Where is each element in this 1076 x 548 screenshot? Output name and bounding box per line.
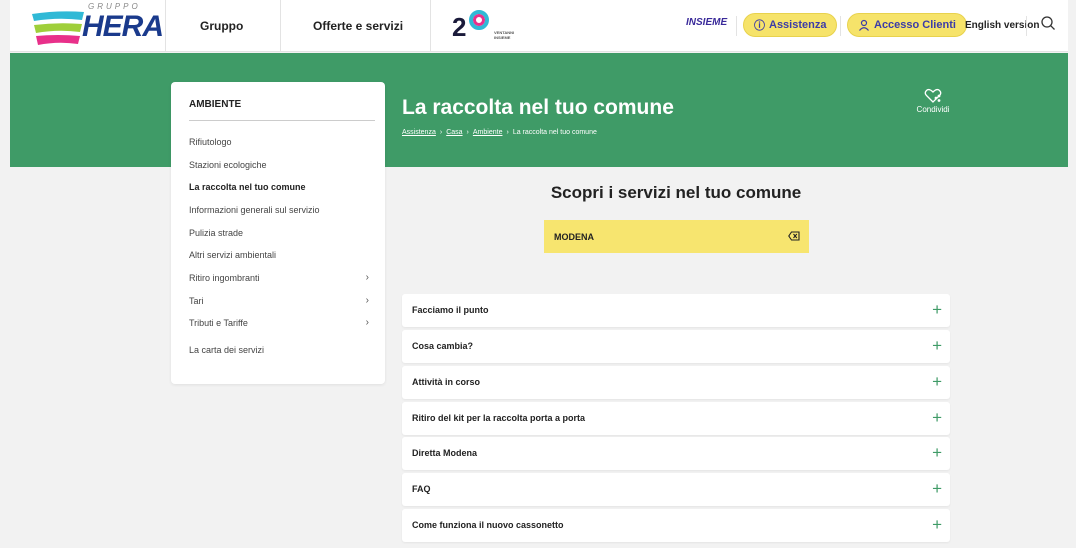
nav-divider <box>165 0 166 52</box>
sidebar-item-altri-servizi[interactable]: Altri servizi ambientali <box>189 250 369 260</box>
share-button[interactable]: Condividi <box>908 88 958 114</box>
accesso-clienti-button[interactable]: Accesso Clienti <box>847 13 967 37</box>
accordion-label: Diretta Modena <box>412 448 478 458</box>
page-title: La raccolta nel tuo comune <box>402 96 674 119</box>
plus-icon: + <box>932 372 942 391</box>
sidebar-item-rifiutologo[interactable]: Rifiutologo <box>189 137 369 147</box>
sidebar-item-raccolta-comune[interactable]: La raccolta nel tuo comune <box>189 182 369 192</box>
breadcrumb-separator-icon: › <box>439 129 443 136</box>
accordion-attivita-in-corso[interactable]: Attività in corso + <box>402 366 950 399</box>
plus-icon: + <box>932 443 942 462</box>
anniversary-ring-icon <box>469 10 489 30</box>
chevron-right-icon: › <box>365 272 369 283</box>
accordion-ritiro-kit[interactable]: Ritiro del kit per la raccolta porta a p… <box>402 402 950 435</box>
sidebar-item-tributi-tariffe[interactable]: Tributi e Tariffe › <box>189 317 369 328</box>
sidebar-item-informazioni-generali[interactable]: Informazioni generali sul servizio <box>189 205 369 215</box>
sidebar-item-stazioni-ecologiche[interactable]: Stazioni ecologiche <box>189 160 369 170</box>
sidebar-item-label: Rifiutologo <box>189 137 232 147</box>
sidebar-item-pulizia-strade[interactable]: Pulizia strade <box>189 228 369 238</box>
sidebar-item-tari[interactable]: Tari › <box>189 295 369 306</box>
nav-divider <box>736 16 737 36</box>
accordion-diretta-modena[interactable]: Diretta Modena + <box>402 437 950 470</box>
assistenza-label: Assistenza <box>769 19 827 31</box>
plus-icon: + <box>932 479 942 498</box>
chevron-right-icon: › <box>365 317 369 328</box>
breadcrumb-current: La raccolta nel tuo comune <box>512 129 597 136</box>
chevron-right-icon: › <box>365 295 369 306</box>
plus-icon: + <box>932 515 942 534</box>
info-icon: ⓘ <box>754 20 765 32</box>
nav-gruppo[interactable]: Gruppo <box>200 19 243 33</box>
sidebar-item-label: Tari <box>189 296 204 306</box>
logo-stripes-icon <box>32 11 84 45</box>
english-version-link[interactable]: English version <box>965 20 1039 31</box>
anniversary-small-text: VENTANNI INSIEME <box>494 30 515 40</box>
nav-divider <box>840 16 841 36</box>
accordion-facciamo-il-punto[interactable]: Facciamo il punto + <box>402 294 950 327</box>
plus-icon: + <box>932 300 942 319</box>
sidebar-title: AMBIENTE <box>189 99 242 110</box>
sidebar-item-label: Tributi e Tariffe <box>189 318 248 328</box>
breadcrumb-ambiente[interactable]: Ambiente <box>473 129 503 136</box>
sidebar-item-label: Informazioni generali sul servizio <box>189 205 320 215</box>
accordion-label: FAQ <box>412 484 431 494</box>
sidebar-item-label: La raccolta nel tuo comune <box>189 182 306 192</box>
breadcrumb-casa[interactable]: Casa <box>446 129 462 136</box>
breadcrumb: Assistenza › Casa › Ambiente › La raccol… <box>402 129 597 136</box>
nav-divider <box>1026 16 1027 36</box>
accordion-faq[interactable]: FAQ + <box>402 473 950 506</box>
sidebar-item-carta-servizi[interactable]: La carta dei servizi <box>189 345 369 355</box>
page-margin <box>0 0 10 548</box>
anniversary-logo[interactable]: 2 VENTANNI INSIEME <box>448 8 518 44</box>
user-icon <box>859 19 869 31</box>
heart-share-icon <box>924 88 942 103</box>
sidebar-item-ritiro-ingombranti[interactable]: Ritiro ingombranti › <box>189 272 369 283</box>
assistenza-button[interactable]: ⓘ Assistenza <box>743 13 838 37</box>
accordion-label: Cosa cambia? <box>412 341 474 351</box>
clear-input-icon[interactable] <box>788 231 800 241</box>
sidebar-item-label: La carta dei servizi <box>189 345 265 355</box>
section-heading: Scopri i servizi nel tuo comune <box>550 183 802 202</box>
accesso-clienti-label: Accesso Clienti <box>874 19 956 31</box>
site-header: GRUPPO HERA Gruppo Offerte e servizi 2 V… <box>10 0 1068 52</box>
share-label: Condividi <box>916 105 950 114</box>
accordion-cosa-cambia[interactable]: Cosa cambia? + <box>402 330 950 363</box>
hera-logo[interactable]: GRUPPO HERA <box>30 2 164 46</box>
sidebar-item-label: Ritiro ingombranti <box>189 273 260 283</box>
search-icon[interactable] <box>1040 15 1056 31</box>
sidebar-divider <box>189 120 375 121</box>
accordion-label: Facciamo il punto <box>412 305 489 315</box>
breadcrumb-separator-icon: › <box>506 129 509 136</box>
nav-divider <box>430 0 431 52</box>
breadcrumb-separator-icon: › <box>466 129 469 136</box>
accordion-label: Come funziona il nuovo cassonetto <box>412 520 564 530</box>
accordion-nuovo-cassonetto[interactable]: Come funziona il nuovo cassonetto + <box>402 509 950 542</box>
insieme-link[interactable]: INSIEME <box>686 17 727 28</box>
sidebar-item-label: Stazioni ecologiche <box>189 160 267 170</box>
logo-hera-text: HERA <box>82 10 164 43</box>
plus-icon: + <box>932 336 942 355</box>
accordion-label: Attività in corso <box>412 377 481 387</box>
accordion-label: Ritiro del kit per la raccolta porta a p… <box>412 413 586 423</box>
comune-search-field[interactable]: MODENA <box>544 220 809 253</box>
sidebar-menu: AMBIENTE Rifiutologo Stazioni ecologiche… <box>171 82 385 384</box>
comune-value: MODENA <box>554 231 594 242</box>
nav-divider <box>280 0 281 52</box>
anniversary-number: 2 <box>452 12 467 42</box>
sidebar-item-label: Altri servizi ambientali <box>189 250 277 260</box>
sidebar-item-label: Pulizia strade <box>189 228 244 238</box>
plus-icon: + <box>932 408 942 427</box>
breadcrumb-assistenza[interactable]: Assistenza <box>402 129 436 136</box>
nav-offerte-servizi[interactable]: Offerte e servizi <box>313 19 403 33</box>
